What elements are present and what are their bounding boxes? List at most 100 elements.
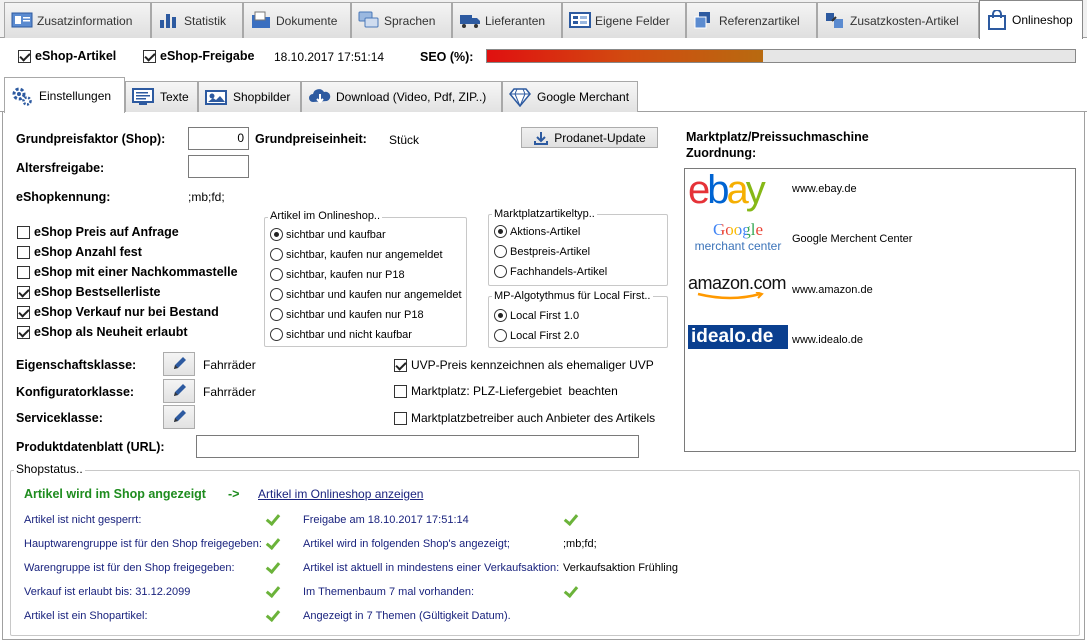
tab-label: Lieferanten (485, 13, 546, 28)
check-icon (265, 538, 279, 550)
konfiguratorklasse-value: Fahrräder (203, 385, 256, 399)
produktdatenblatt-input[interactable] (196, 435, 639, 458)
subtab-shopbilder[interactable]: Shopbilder (198, 81, 301, 112)
shopstatus-title: Shopstatus.. (14, 462, 85, 476)
radio-sichtbar-kaufen-p18[interactable]: sichtbar, kaufen nur P18 (270, 268, 405, 281)
radio-label: sichtbar und kaufbar (286, 228, 386, 241)
pictures-icon (205, 87, 227, 107)
checkbox-label: eShop-Artikel (35, 49, 117, 63)
tab-onlineshop[interactable]: Onlineshop (979, 0, 1083, 39)
status-themenbaum: Im Themenbaum 7 mal vorhanden: (303, 586, 474, 598)
tab-sprachen[interactable]: Sprachen (351, 2, 452, 38)
checkbox-box[interactable] (394, 411, 407, 425)
radio-fachhandels-artikel[interactable]: Fachhandels-Artikel (494, 265, 607, 278)
radio-button[interactable] (494, 245, 507, 258)
marketplace-item-google[interactable]: Google Merchent Center (792, 233, 912, 245)
radio-label: Fachhandels-Artikel (510, 265, 608, 278)
radio-button[interactable] (270, 328, 283, 341)
status-hauptwarengruppe: Hauptwarengruppe ist für den Shop freige… (24, 538, 262, 550)
radio-button[interactable] (494, 329, 507, 342)
subtab-einstellungen[interactable]: Einstellungen (4, 77, 125, 113)
radio-local-first-2[interactable]: Local First 2.0 (494, 329, 579, 342)
radio-button[interactable] (270, 268, 283, 281)
subtab-google-merchant[interactable]: Google Merchant (502, 81, 638, 112)
tab-statistik[interactable]: Statistik (151, 2, 243, 38)
tab-referenzartikel[interactable]: Referenzartikel (686, 2, 817, 38)
radio-aktions-artikel[interactable]: Aktions-Artikel (494, 225, 580, 238)
grundpreisfaktor-input[interactable]: 0 (188, 127, 249, 150)
checkbox-box[interactable] (143, 49, 156, 63)
sub-tab-strip: Einstellungen Texte Shopbilder Download … (0, 76, 1087, 113)
eshop-neuheit-checkbox[interactable]: eShop als Neuheit erlaubt (17, 325, 188, 339)
altersfreigabe-input[interactable] (188, 155, 249, 178)
status-freigabe: Freigabe am 18.10.2017 17:51:14 (303, 514, 469, 526)
checkbox-box[interactable] (17, 245, 30, 259)
eshop-preis-auf-anfrage-checkbox[interactable]: eShop Preis auf Anfrage (17, 225, 179, 239)
marketplace-list[interactable]: ebay www.ebay.de Google merchant center … (684, 168, 1076, 452)
radio-button[interactable] (494, 225, 507, 238)
marketplace-item-ebay[interactable]: www.ebay.de (792, 183, 857, 195)
checkbox-label: eShop Verkauf nur bei Bestand (34, 305, 219, 319)
eshop-verkauf-nur-bei-bestand-checkbox[interactable]: eShop Verkauf nur bei Bestand (17, 305, 219, 319)
radio-button[interactable] (494, 265, 507, 278)
radio-button[interactable] (270, 248, 283, 261)
status-shopartikel: Artikel ist ein Shopartikel: (24, 610, 148, 622)
tab-zusatzkosten-artikel[interactable]: Zusatzkosten-Artikel (817, 2, 979, 38)
radio-sichtbar-und-kaufen-p18[interactable]: sichtbar und kaufen nur P18 (270, 308, 424, 321)
monitor-text-icon (132, 87, 154, 107)
checkbox-box[interactable] (394, 358, 407, 372)
marketplace-item-idealo[interactable]: www.idealo.de (792, 334, 863, 346)
radio-button[interactable] (270, 288, 283, 301)
subtab-texte[interactable]: Texte (125, 81, 198, 112)
uvp-preis-checkbox[interactable]: UVP-Preis kennzeichnen als ehemaliger UV… (394, 358, 654, 372)
radio-button[interactable] (270, 308, 283, 321)
eigenschaftsklasse-edit-button[interactable] (163, 352, 195, 376)
checkbox-box[interactable] (17, 305, 30, 319)
eshop-freigabe-checkbox[interactable]: eShop-Freigabe (143, 49, 254, 63)
radio-local-first-1[interactable]: Local First 1.0 (494, 309, 579, 322)
radio-label: sichtbar und kaufen nur P18 (286, 308, 424, 321)
eigenschaftsklasse-value: Fahrräder (203, 358, 256, 372)
checkbox-box[interactable] (17, 325, 30, 339)
tab-eigene-felder[interactable]: Eigene Felder (562, 2, 686, 38)
checkbox-box[interactable] (18, 49, 31, 63)
merchant-center-word: merchant center (694, 239, 782, 253)
prodanet-update-button[interactable]: Prodanet-Update (521, 127, 658, 148)
konfiguratorklasse-edit-button[interactable] (163, 379, 195, 403)
pencil-icon (174, 357, 186, 369)
seo-progress-fill (487, 50, 764, 62)
radio-button[interactable] (494, 309, 507, 322)
radio-sichtbar-und-kaufen-angemeldet[interactable]: sichtbar und kaufen nur angemeldet (270, 288, 462, 301)
radio-bestpreis-artikel[interactable]: Bestpreis-Artikel (494, 245, 590, 258)
radio-sichtbar-kaufbar[interactable]: sichtbar und kaufbar (270, 228, 386, 241)
checkbox-box[interactable] (394, 384, 407, 398)
produktdatenblatt-label: Produktdatenblatt (URL): (16, 440, 165, 454)
checkbox-box[interactable] (17, 265, 30, 279)
tab-zusatzinformation[interactable]: Zusatzinformation (4, 2, 151, 38)
eshop-anzahl-fest-checkbox[interactable]: eShop Anzahl fest (17, 245, 142, 259)
tab-dokumente[interactable]: Dokumente (243, 2, 351, 38)
tab-label: Eigene Felder (595, 13, 670, 28)
radio-button[interactable] (270, 228, 283, 241)
eshop-bestsellerliste-checkbox[interactable]: eShop Bestsellerliste (17, 285, 160, 299)
plz-liefergebiet-checkbox[interactable]: Marktplatz: PLZ-Liefergebiet beachten (394, 384, 618, 398)
subtab-download[interactable]: Download (Video, Pdf, ZIP..) (301, 81, 502, 112)
idealo-wordmark: idealo.de (691, 326, 774, 347)
checkbox-box[interactable] (17, 225, 30, 239)
checkbox-box[interactable] (17, 285, 30, 299)
google-word: Google (712, 220, 764, 239)
eshop-artikel-checkbox[interactable]: eShop-Artikel (18, 49, 116, 63)
marktplatzbetreiber-checkbox[interactable]: Marktplatzbetreiber auch Anbieter des Ar… (394, 411, 655, 425)
eshop-nachkommastelle-checkbox[interactable]: eShop mit einer Nachkommastelle (17, 265, 238, 279)
ebay-logo: ebay (688, 169, 790, 211)
radio-sichtbar-nicht-kaufbar[interactable]: sichtbar und nicht kaufbar (270, 328, 412, 341)
artikel-im-onlineshop-link[interactable]: Artikel im Onlineshop anzeigen (258, 487, 423, 501)
radio-label: sichtbar und nicht kaufbar (286, 328, 412, 341)
tab-label: Onlineshop (1012, 13, 1073, 27)
tab-lieferanten[interactable]: Lieferanten (452, 2, 562, 38)
serviceklasse-edit-button[interactable] (163, 405, 195, 429)
marketplace-item-amazon[interactable]: www.amazon.de (792, 284, 873, 296)
radio-sichtbar-kaufen-angemeldet[interactable]: sichtbar, kaufen nur angemeldet (270, 248, 443, 261)
tab-label: Einstellungen (39, 88, 112, 103)
extra-cost-icon (824, 11, 846, 31)
